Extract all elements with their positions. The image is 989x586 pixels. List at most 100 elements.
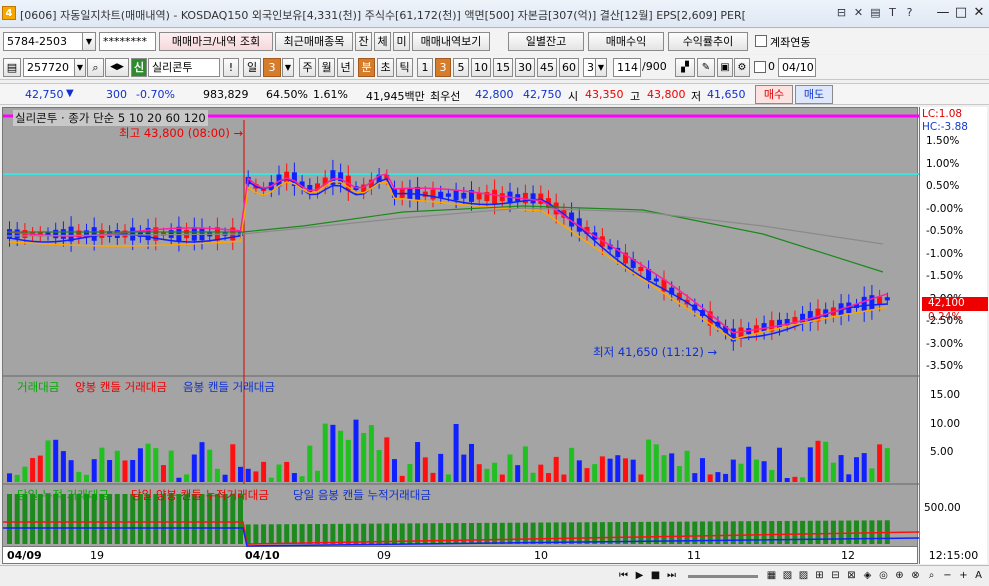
chart-area[interactable]: 실리콘투 · 종가 단순 5 10 20 60 120 최고 43,800 (0… [2, 107, 920, 547]
scroll-start-icon[interactable]: ⏮ [617, 568, 630, 583]
volume-bar [792, 476, 798, 482]
chart-icon-9[interactable]: ⊕ [893, 568, 906, 583]
x-label-19: 19 [90, 549, 104, 562]
volume-bar [291, 473, 297, 482]
volume-bar [846, 474, 852, 482]
account-dropdown-icon[interactable]: ▼ [82, 32, 96, 51]
period-tick-button[interactable]: 틱 [396, 58, 413, 77]
volume-axis-5: 5.00 [930, 446, 954, 458]
help-icon[interactable]: ? [902, 4, 917, 21]
stock-code-input[interactable]: 257720 [23, 58, 75, 77]
code-dropdown-icon[interactable]: ▼ [74, 58, 86, 77]
save-icon[interactable]: ▣ [717, 58, 733, 77]
date-checkbox[interactable] [754, 61, 766, 73]
volume: 983,829 [203, 88, 249, 101]
cumulative-bar [7, 494, 12, 544]
volume-bar [114, 450, 120, 482]
chart-icon-3[interactable]: ▨ [797, 568, 810, 583]
interval-dropdown-icon[interactable]: ▼ [595, 58, 607, 77]
interval-45-button[interactable]: 45 [537, 58, 557, 77]
volume-bar [191, 454, 197, 482]
font-icon[interactable]: T [885, 4, 900, 21]
tools-icon[interactable]: ✎ [697, 58, 715, 77]
period-dropdown-icon[interactable]: ▼ [282, 58, 294, 77]
period-day-button[interactable]: 일 [243, 58, 261, 77]
unfilled-button[interactable]: 미 [393, 32, 410, 51]
daily-balance-button[interactable]: 일별잔고 [508, 32, 584, 51]
chart-menu-icon[interactable]: ▤ [3, 58, 21, 77]
maximize-button[interactable]: □ [954, 3, 968, 22]
settings-gear-icon[interactable]: ⚙ [734, 58, 750, 77]
chart-icon-6[interactable]: ⊠ [845, 568, 858, 583]
chart-icon-7[interactable]: ◈ [861, 568, 874, 583]
interval-3-button[interactable]: 3 [435, 58, 451, 77]
interval-10-button[interactable]: 10 [471, 58, 491, 77]
volume-bar [584, 468, 590, 482]
interval-1-button[interactable]: 1 [417, 58, 433, 77]
volume-bar [91, 459, 97, 482]
filled-button[interactable]: 체 [374, 32, 391, 51]
cumulative-bar [515, 522, 521, 544]
current-time-label: 12:15:00 [919, 547, 987, 564]
minimize-button[interactable]: — [936, 3, 950, 22]
date-input[interactable]: 04/10 [778, 58, 816, 77]
volume-bar [168, 450, 174, 482]
indicator-icon[interactable]: ▞ [675, 58, 695, 77]
chart-icon-10[interactable]: ⊗ [909, 568, 922, 583]
cumulative-bar [330, 523, 336, 544]
zoom-search-icon[interactable]: ⌕ [925, 568, 938, 583]
account-select[interactable]: 5784-2503 [3, 32, 83, 51]
stock-info-icon[interactable]: ! [223, 58, 239, 77]
show-trades-button[interactable]: 매매내역보기 [412, 32, 490, 51]
period-second-button[interactable]: 초 [377, 58, 394, 77]
password-input[interactable]: ******** [99, 32, 156, 51]
scroll-end-icon[interactable]: ⏭ [665, 568, 678, 583]
chart-icon-1[interactable]: ▦ [765, 568, 778, 583]
prev-next-icon[interactable]: ◀▶ [105, 58, 129, 77]
trade-profit-button[interactable]: 매매수익 [588, 32, 664, 51]
y-label: -1.00% [926, 247, 964, 260]
period-year-button[interactable]: 년 [337, 58, 354, 77]
interval-5-button[interactable]: 5 [453, 58, 469, 77]
zoom-out-icon[interactable]: − [941, 568, 954, 583]
chart-legend: 실리콘투 · 종가 단순 5 10 20 60 120 [13, 110, 208, 126]
bid-price: 42,750 [523, 88, 562, 101]
zoom-slider[interactable] [688, 575, 758, 578]
stock-name-field[interactable]: 실리콘투 [148, 58, 220, 77]
zoom-in-icon[interactable]: + [957, 568, 970, 583]
pin-icon[interactable]: ✕ [851, 4, 866, 21]
sell-button[interactable]: 매도 [795, 85, 833, 104]
chart-icon-4[interactable]: ⊞ [813, 568, 826, 583]
chart-icon-2[interactable]: ▧ [781, 568, 794, 583]
period-num-button[interactable]: 3 [263, 58, 281, 77]
interval-15-button[interactable]: 15 [493, 58, 513, 77]
volume-bar [461, 454, 467, 482]
period-minute-button[interactable]: 분 [358, 58, 375, 77]
layout-icon[interactable]: ⊟ [834, 4, 849, 21]
interval-60-button[interactable]: 60 [559, 58, 579, 77]
period-week-button[interactable]: 주 [299, 58, 316, 77]
bar-count-input[interactable]: 114 [613, 58, 641, 77]
cumulative-bar [538, 522, 544, 544]
profit-trend-button[interactable]: 수익률추이 [668, 32, 748, 51]
grid-icon[interactable]: ▤ [868, 4, 883, 21]
stop-icon[interactable]: ■ [649, 568, 662, 583]
balance-button[interactable]: 잔 [355, 32, 372, 51]
play-icon[interactable]: ▶ [633, 568, 646, 583]
volume-bar [361, 432, 367, 482]
volume-bar [7, 473, 12, 482]
close-button[interactable]: ✕ [972, 3, 986, 22]
account-link-checkbox[interactable] [755, 35, 767, 47]
trade-mark-query-button[interactable]: 매매마크/내역 조회 [159, 32, 273, 51]
search-icon[interactable]: ⌕ [87, 58, 104, 77]
font-size-icon[interactable]: A [972, 568, 985, 583]
volume-bar [869, 468, 875, 482]
cumulative-bar [268, 524, 274, 544]
interval-30-button[interactable]: 30 [515, 58, 535, 77]
recent-trades-button[interactable]: 최근매매종목 [275, 32, 353, 51]
chart-icon-8[interactable]: ◎ [877, 568, 890, 583]
chart-icon-5[interactable]: ⊟ [829, 568, 842, 583]
buy-button[interactable]: 매수 [755, 85, 793, 104]
period-month-button[interactable]: 월 [318, 58, 335, 77]
cumulative-bar [599, 522, 605, 544]
